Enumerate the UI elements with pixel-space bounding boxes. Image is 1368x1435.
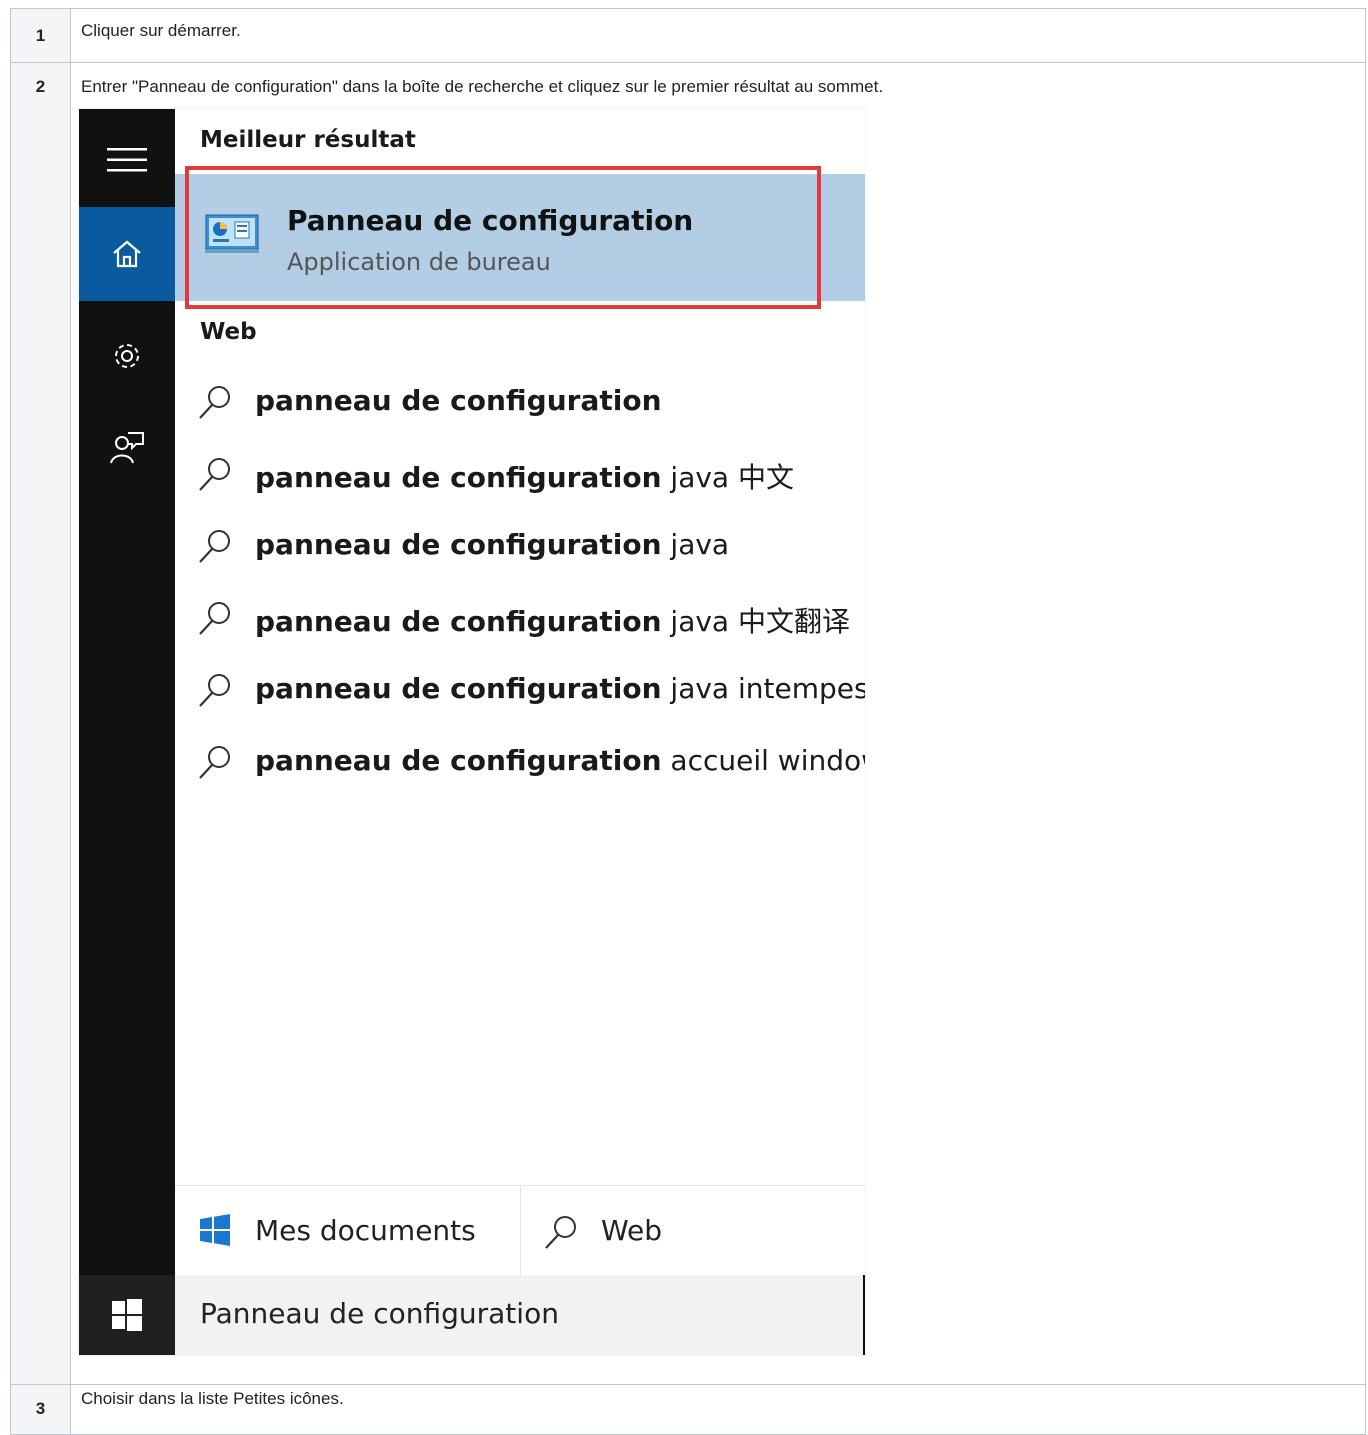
step-text: Choisir dans la liste Petites icônes. [70, 1384, 1366, 1435]
hamburger-icon[interactable] [79, 137, 175, 183]
web-suggestion-text: panneau de configuration accueil windows [255, 744, 865, 777]
web-suggestion-text: panneau de configuration java [255, 528, 730, 561]
step-number: 3 [10, 1384, 71, 1435]
search-icon [199, 746, 230, 779]
web-filter[interactable]: Web [521, 1186, 865, 1276]
search-filters: Mes documents Web [175, 1185, 865, 1276]
search-icon [199, 386, 230, 419]
web-suggestion-text: panneau de configuration java 中文翻译 [255, 605, 850, 638]
web-suggestion-text: panneau de configuration java 中文 [255, 461, 794, 494]
search-input-value: Panneau de configuration [200, 1297, 559, 1330]
search-input[interactable]: Panneau de configuration [175, 1275, 865, 1355]
web-heading: Web [200, 319, 257, 345]
search-icon [545, 1216, 576, 1249]
gear-icon[interactable] [79, 334, 175, 378]
search-icon [199, 530, 230, 563]
web-filter-label: Web [601, 1214, 663, 1247]
web-suggestion[interactable]: panneau de configuration accueil windows [175, 732, 865, 792]
best-match-heading: Meilleur résultat [200, 127, 416, 153]
highlight-box [185, 166, 821, 309]
search-icon [199, 674, 230, 707]
windows-search-screenshot: Meilleur résultat Panneau de configurati… [79, 109, 865, 1355]
home-icon[interactable] [79, 207, 175, 301]
step-number: 1 [10, 8, 71, 63]
web-suggestion-text: panneau de configuration java intempesti… [255, 672, 865, 705]
web-suggestion[interactable]: panneau de configuration [175, 372, 865, 432]
search-icon [199, 458, 230, 491]
feedback-icon[interactable] [79, 423, 175, 473]
windows-logo-icon [200, 1214, 230, 1246]
web-suggestion[interactable]: panneau de configuration java 中文翻译 [175, 588, 865, 648]
web-suggestion[interactable]: panneau de configuration java [175, 516, 865, 576]
my-documents-label: Mes documents [255, 1214, 476, 1247]
step-number: 2 [10, 62, 71, 1385]
step-row: 1 Cliquer sur démarrer. [10, 8, 1366, 63]
step-row: 3 Choisir dans la liste Petites icônes. [10, 1384, 1366, 1435]
web-suggestion-text: panneau de configuration [255, 384, 662, 417]
web-suggestion[interactable]: panneau de configuration java intempesti… [175, 660, 865, 720]
search-icon [199, 602, 230, 635]
windows-start-icon[interactable] [79, 1275, 175, 1355]
my-documents-filter[interactable]: Mes documents [175, 1186, 520, 1276]
left-rail [79, 109, 175, 1355]
step-text: Cliquer sur démarrer. [70, 8, 1366, 63]
web-suggestion[interactable]: panneau de configuration java 中文 [175, 444, 865, 504]
